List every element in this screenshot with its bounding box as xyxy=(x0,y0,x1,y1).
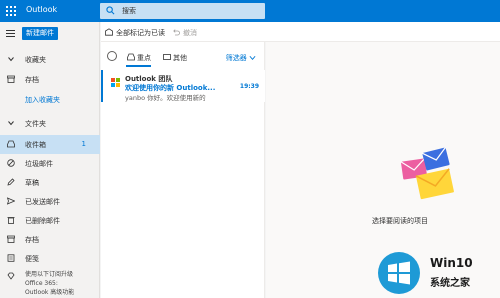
pencil-icon xyxy=(7,178,15,186)
chevron-down-icon xyxy=(249,55,256,60)
tab-focused[interactable]: 重点 xyxy=(137,53,151,63)
active-tab-indicator xyxy=(126,65,151,67)
folder-label: 已发送邮件 xyxy=(25,198,60,206)
command-bar: 全部标记为已读 撤消 xyxy=(101,22,500,42)
diamond-icon xyxy=(7,272,15,280)
add-favorite-link[interactable]: 加入收藏夹 xyxy=(25,95,60,105)
favorites-header[interactable]: 收藏夹 xyxy=(0,50,100,69)
message-item[interactable]: Outlook 团队 欢迎使用你的新 Outlook... 19:39 yanb… xyxy=(101,70,265,102)
folder-label: 垃圾邮件 xyxy=(25,160,53,168)
upgrade-line: 使用以下订阅升级 xyxy=(25,271,74,278)
envelope-open-icon xyxy=(105,28,113,36)
watermark-line2: 系统之家 xyxy=(430,278,470,289)
archive-icon xyxy=(7,235,15,243)
chevron-down-icon xyxy=(8,57,14,62)
folder-junk[interactable]: 垃圾邮件 xyxy=(0,154,100,173)
note-icon xyxy=(7,254,15,262)
favorites-item-archive[interactable]: 存档 xyxy=(0,70,100,89)
trash-icon xyxy=(7,217,15,224)
folders-header-label: 文件夹 xyxy=(25,120,46,128)
envelopes-illustration-icon xyxy=(400,147,454,200)
junk-icon xyxy=(7,159,15,167)
microsoft-logo-icon xyxy=(111,78,120,87)
message-preview: yanbo 你好。欢迎使用新的 xyxy=(125,94,206,102)
select-all-checkbox[interactable] xyxy=(107,51,117,61)
windows-logo-icon xyxy=(388,261,410,285)
mark-all-read-button[interactable]: 全部标记为已读 xyxy=(116,28,165,38)
send-icon xyxy=(7,197,15,205)
folder-sent[interactable]: 已发送邮件 xyxy=(0,192,100,211)
folder-label: 草稿 xyxy=(25,179,39,187)
favorites-item-label: 存档 xyxy=(25,76,39,84)
message-time: 19:39 xyxy=(239,83,259,90)
app-launcher-icon[interactable] xyxy=(6,6,16,16)
folder-label: 收件箱 xyxy=(25,141,46,149)
top-bar: Outlook 搜索 xyxy=(0,0,500,22)
app-title[interactable]: Outlook xyxy=(26,5,57,14)
search-placeholder: 搜索 xyxy=(122,7,136,15)
archive-icon xyxy=(7,75,15,83)
folder-deleted[interactable]: 已删除邮件 xyxy=(0,211,100,230)
inbox-icon xyxy=(7,140,15,148)
search-icon xyxy=(106,6,115,15)
upgrade-line: Office 365: xyxy=(25,280,58,287)
other-icon xyxy=(163,54,171,60)
undo-button[interactable]: 撤消 xyxy=(183,28,197,38)
folder-drafts[interactable]: 草稿 xyxy=(0,173,100,192)
filter-button[interactable]: 筛选器 xyxy=(226,53,256,63)
upgrade-line: Outlook 高级功能 xyxy=(25,289,75,296)
new-mail-button[interactable]: 新建邮件 xyxy=(22,27,58,40)
chevron-down-icon xyxy=(8,121,14,126)
watermark: Win10 系统之家 xyxy=(370,250,500,298)
watermark-line1: Win10 xyxy=(430,256,473,270)
folder-label: 存档 xyxy=(25,236,39,244)
folder-notes[interactable]: 便笺 xyxy=(0,249,100,268)
hamburger-menu-icon[interactable] xyxy=(6,30,15,37)
folders-header[interactable]: 文件夹 xyxy=(0,114,100,133)
tab-other[interactable]: 其他 xyxy=(173,53,187,63)
folder-inbox[interactable]: 收件箱 1 xyxy=(0,135,100,154)
message-list: 重点 其他 筛选器 Outlook 团队 欢迎使用你的新 Outlook... … xyxy=(101,42,265,298)
undo-icon xyxy=(173,29,180,36)
filter-label: 筛选器 xyxy=(225,54,247,62)
folder-label: 已删除邮件 xyxy=(25,217,60,225)
focused-icon xyxy=(127,53,135,61)
search-input[interactable]: 搜索 xyxy=(100,3,265,19)
folder-archive[interactable]: 存档 xyxy=(0,230,100,249)
empty-reading-text: 选择要阅读的项目 xyxy=(372,217,428,225)
folder-label: 便笺 xyxy=(25,255,39,263)
unread-count: 1 xyxy=(81,140,86,148)
favorites-header-label: 收藏夹 xyxy=(25,56,46,64)
upgrade-promo[interactable]: 使用以下订阅升级 Office 365: Outlook 高级功能 xyxy=(25,270,74,297)
watermark-logo xyxy=(378,252,420,294)
folder-pane: 新建邮件 收藏夹 存档 加入收藏夹 文件夹 收件箱 1 垃圾邮件 草稿 已发送邮… xyxy=(0,22,100,298)
